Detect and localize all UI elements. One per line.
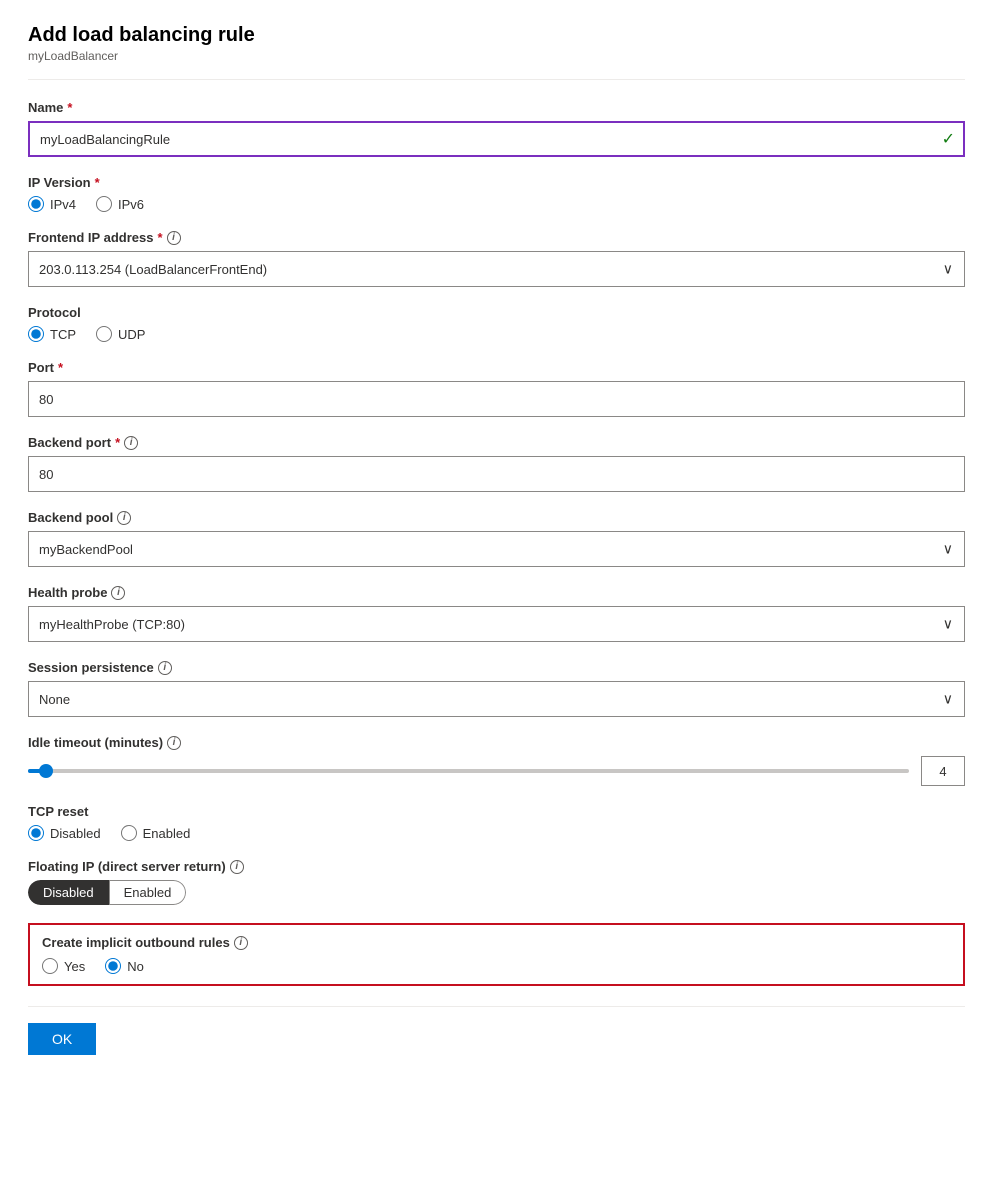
protocol-tcp-item[interactable]: TCP bbox=[28, 326, 76, 342]
backend-port-label: Backend port * i bbox=[28, 435, 965, 450]
floating-ip-toggle-group: Disabled Enabled bbox=[28, 880, 965, 905]
ip-version-ipv6-item[interactable]: IPv6 bbox=[96, 196, 144, 212]
protocol-udp-item[interactable]: UDP bbox=[96, 326, 145, 342]
name-valid-icon: ✓ bbox=[942, 129, 955, 149]
port-required: * bbox=[58, 360, 63, 375]
name-input-wrapper: ✓ bbox=[28, 121, 965, 157]
health-probe-select[interactable]: myHealthProbe (TCP:80) bbox=[28, 606, 965, 642]
floating-ip-info-icon[interactable]: i bbox=[230, 860, 244, 874]
session-persistence-group: Session persistence i None bbox=[28, 660, 965, 717]
health-probe-group: Health probe i myHealthProbe (TCP:80) bbox=[28, 585, 965, 642]
tcp-reset-enabled-label: Enabled bbox=[143, 826, 191, 841]
page-title: Add load balancing rule bbox=[28, 24, 965, 47]
implicit-outbound-no-radio[interactable] bbox=[105, 958, 121, 974]
idle-timeout-slider-container: 4 bbox=[28, 756, 965, 786]
protocol-label: Protocol bbox=[28, 305, 965, 320]
health-probe-info-icon[interactable]: i bbox=[111, 586, 125, 600]
tcp-reset-disabled-radio[interactable] bbox=[28, 825, 44, 841]
name-field-group: Name * ✓ bbox=[28, 100, 965, 157]
ip-version-radio-group: IPv4 IPv6 bbox=[28, 196, 965, 212]
name-input[interactable] bbox=[28, 121, 965, 157]
implicit-outbound-section: Create implicit outbound rules i Yes No bbox=[28, 923, 965, 986]
backend-pool-group: Backend pool i myBackendPool bbox=[28, 510, 965, 567]
page-subtitle: myLoadBalancer bbox=[28, 49, 965, 63]
implicit-outbound-no-label: No bbox=[127, 959, 144, 974]
idle-timeout-group: Idle timeout (minutes) i 4 bbox=[28, 735, 965, 786]
implicit-outbound-label: Create implicit outbound rules i bbox=[42, 935, 951, 950]
idle-timeout-slider-track bbox=[28, 769, 909, 773]
frontend-ip-group: Frontend IP address * i 203.0.113.254 (L… bbox=[28, 230, 965, 287]
ip-version-ipv4-radio[interactable] bbox=[28, 196, 44, 212]
backend-pool-info-icon[interactable]: i bbox=[117, 511, 131, 525]
protocol-udp-label: UDP bbox=[118, 327, 145, 342]
health-probe-label: Health probe i bbox=[28, 585, 965, 600]
name-label: Name * bbox=[28, 100, 965, 115]
ip-version-ipv4-item[interactable]: IPv4 bbox=[28, 196, 76, 212]
implicit-outbound-info-icon[interactable]: i bbox=[234, 936, 248, 950]
session-persistence-label: Session persistence i bbox=[28, 660, 965, 675]
floating-ip-enabled-button[interactable]: Enabled bbox=[109, 880, 187, 905]
tcp-reset-disabled-item[interactable]: Disabled bbox=[28, 825, 101, 841]
idle-timeout-label: Idle timeout (minutes) i bbox=[28, 735, 965, 750]
ok-button[interactable]: OK bbox=[28, 1023, 96, 1055]
backend-port-input[interactable] bbox=[28, 456, 965, 492]
ip-version-label: IP Version * bbox=[28, 175, 965, 190]
tcp-reset-enabled-radio[interactable] bbox=[121, 825, 137, 841]
session-persistence-info-icon[interactable]: i bbox=[158, 661, 172, 675]
tcp-reset-label: TCP reset bbox=[28, 804, 965, 819]
implicit-outbound-no-item[interactable]: No bbox=[105, 958, 144, 974]
frontend-ip-info-icon[interactable]: i bbox=[167, 231, 181, 245]
floating-ip-label: Floating IP (direct server return) i bbox=[28, 859, 965, 874]
implicit-outbound-yes-radio[interactable] bbox=[42, 958, 58, 974]
tcp-reset-group: TCP reset Disabled Enabled bbox=[28, 804, 965, 841]
session-persistence-select[interactable]: None bbox=[28, 681, 965, 717]
frontend-ip-select-wrapper: 203.0.113.254 (LoadBalancerFrontEnd) bbox=[28, 251, 965, 287]
idle-timeout-slider-thumb[interactable] bbox=[39, 764, 53, 778]
protocol-udp-radio[interactable] bbox=[96, 326, 112, 342]
ip-version-required: * bbox=[95, 175, 100, 190]
health-probe-select-wrapper: myHealthProbe (TCP:80) bbox=[28, 606, 965, 642]
backend-pool-label: Backend pool i bbox=[28, 510, 965, 525]
frontend-ip-select[interactable]: 203.0.113.254 (LoadBalancerFrontEnd) bbox=[28, 251, 965, 287]
implicit-outbound-yes-label: Yes bbox=[64, 959, 85, 974]
protocol-radio-group: TCP UDP bbox=[28, 326, 965, 342]
backend-port-required: * bbox=[115, 435, 120, 450]
backend-pool-select-wrapper: myBackendPool bbox=[28, 531, 965, 567]
backend-pool-select[interactable]: myBackendPool bbox=[28, 531, 965, 567]
idle-timeout-value: 4 bbox=[921, 756, 965, 786]
frontend-ip-label: Frontend IP address * i bbox=[28, 230, 965, 245]
session-persistence-select-wrapper: None bbox=[28, 681, 965, 717]
protocol-tcp-label: TCP bbox=[50, 327, 76, 342]
floating-ip-group: Floating IP (direct server return) i Dis… bbox=[28, 859, 965, 905]
ip-version-ipv6-label: IPv6 bbox=[118, 197, 144, 212]
idle-timeout-info-icon[interactable]: i bbox=[167, 736, 181, 750]
port-input[interactable] bbox=[28, 381, 965, 417]
floating-ip-disabled-button[interactable]: Disabled bbox=[28, 880, 109, 905]
tcp-reset-radio-group: Disabled Enabled bbox=[28, 825, 965, 841]
protocol-group: Protocol TCP UDP bbox=[28, 305, 965, 342]
ip-version-ipv4-label: IPv4 bbox=[50, 197, 76, 212]
frontend-ip-required: * bbox=[157, 230, 162, 245]
title-divider bbox=[28, 79, 965, 80]
tcp-reset-enabled-item[interactable]: Enabled bbox=[121, 825, 191, 841]
ip-version-group: IP Version * IPv4 IPv6 bbox=[28, 175, 965, 212]
ip-version-ipv6-radio[interactable] bbox=[96, 196, 112, 212]
port-label: Port * bbox=[28, 360, 965, 375]
implicit-outbound-yes-item[interactable]: Yes bbox=[42, 958, 85, 974]
floating-ip-toggle: Disabled Enabled bbox=[28, 880, 186, 905]
backend-port-info-icon[interactable]: i bbox=[124, 436, 138, 450]
backend-port-group: Backend port * i bbox=[28, 435, 965, 492]
implicit-outbound-radio-group: Yes No bbox=[42, 958, 951, 974]
protocol-tcp-radio[interactable] bbox=[28, 326, 44, 342]
tcp-reset-disabled-label: Disabled bbox=[50, 826, 101, 841]
name-required: * bbox=[67, 100, 72, 115]
bottom-divider bbox=[28, 1006, 965, 1007]
port-group: Port * bbox=[28, 360, 965, 417]
